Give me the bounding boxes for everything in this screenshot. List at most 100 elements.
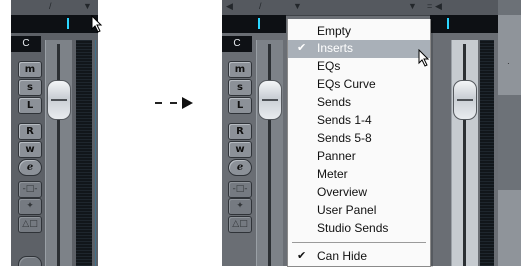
listen-button[interactable]: L xyxy=(18,97,42,114)
menu-item-label: Can Hide xyxy=(317,249,368,263)
dropdown-triangle-icon[interactable]: ▼ xyxy=(83,1,92,11)
read-automation-button[interactable]: R xyxy=(18,123,42,140)
adjacent-panel-section xyxy=(498,95,521,190)
strip-header-marker-icon: / xyxy=(49,1,52,11)
channel-settings-icon[interactable]: △□ xyxy=(228,216,252,233)
read-label: R xyxy=(236,126,244,137)
menu-item-studio-sends[interactable]: Studio Sends xyxy=(288,220,430,238)
channel-name-field[interactable]: C xyxy=(222,36,252,52)
read-label: R xyxy=(26,126,34,137)
input-transformer-icon[interactable]: -□- xyxy=(18,181,42,198)
mute-button[interactable]: m xyxy=(18,61,42,78)
solo-label: s xyxy=(237,82,243,93)
strip-header-bar: ◀ / ▼ ▼ = ◀ xyxy=(222,0,498,16)
menu-item-sends-5-8[interactable]: Sends 5-8 xyxy=(288,130,430,148)
strip-header-marker-icon: = xyxy=(427,1,433,11)
menu-item-label: User Panel xyxy=(317,203,377,217)
menu-item-panner[interactable]: Panner xyxy=(288,148,430,166)
arrow-dash xyxy=(155,102,162,104)
strip-header-marker-icon: / xyxy=(259,1,262,11)
edit-channel-button[interactable]: e xyxy=(18,159,42,176)
menu-item-label: Sends 5-8 xyxy=(317,131,372,145)
mute-button[interactable]: m xyxy=(228,61,252,78)
volume-fader-handle-2[interactable] xyxy=(453,80,477,120)
listen-label: L xyxy=(26,100,34,111)
write-label: w xyxy=(25,144,35,155)
fader-slot xyxy=(268,44,271,266)
menu-item-label: Meter xyxy=(317,167,348,181)
menu-item-meter[interactable]: Meter xyxy=(288,166,430,184)
fader-slot xyxy=(463,44,466,266)
menu-item-label: EQs Curve xyxy=(317,77,376,91)
menu-item-label: Studio Sends xyxy=(317,221,389,235)
input-transformer-icon[interactable]: -□- xyxy=(228,181,252,198)
insert-slot-display[interactable] xyxy=(222,15,286,33)
strip-header-bar: / ▼ xyxy=(11,0,98,16)
channel-name-label: C xyxy=(22,38,30,49)
checkmark-icon: ✔ xyxy=(297,42,307,54)
cursor-arrow-icon xyxy=(91,15,103,33)
menu-separator xyxy=(292,242,426,243)
fader-track[interactable] xyxy=(256,40,283,266)
write-automation-button[interactable]: w xyxy=(228,141,252,158)
fader-track[interactable] xyxy=(45,40,72,266)
level-meter xyxy=(480,40,494,266)
output-routing-icon[interactable]: ✦ xyxy=(18,198,42,215)
cursor-arrow-icon xyxy=(418,49,430,67)
strip-header-marker-icon: ◀ xyxy=(435,1,442,11)
edit-label: e xyxy=(236,162,244,173)
output-routing-icon[interactable]: ✦ xyxy=(228,198,252,215)
channel-name-field[interactable]: C xyxy=(11,36,41,52)
insert-slot-display-2[interactable] xyxy=(430,15,498,33)
insert-marker xyxy=(67,18,69,29)
level-meter xyxy=(76,40,92,266)
menu-item-eqs-curve[interactable]: EQs Curve xyxy=(288,76,430,94)
mute-label: m xyxy=(234,64,246,75)
strip-header-marker-icon: ◀ xyxy=(226,1,233,11)
dropdown-triangle-icon[interactable]: ▼ xyxy=(293,1,302,11)
arrow-dash xyxy=(170,102,177,104)
menu-item-label: Sends xyxy=(317,95,352,109)
write-automation-button[interactable]: w xyxy=(18,141,42,158)
menu-item-user-panel[interactable]: User Panel xyxy=(288,202,430,220)
adjacent-panel-marker: · xyxy=(507,59,510,68)
mute-label: m xyxy=(24,64,36,75)
menu-item-can-hide[interactable]: ✔ Can Hide xyxy=(288,248,430,266)
channel-name-label: C xyxy=(233,38,241,49)
meter-scale-line xyxy=(95,40,96,266)
menu-item-empty[interactable]: Empty xyxy=(288,23,430,41)
listen-button[interactable]: L xyxy=(228,97,252,114)
menu-item-label: Panner xyxy=(317,149,356,163)
menu-item-sends[interactable]: Sends xyxy=(288,94,430,112)
edit-channel-button[interactable]: e xyxy=(228,159,252,176)
fader-track-2[interactable] xyxy=(451,40,478,266)
channel-settings-icon[interactable]: △□ xyxy=(18,216,42,233)
solo-button[interactable]: s xyxy=(18,79,42,96)
menu-item-sends-1-4[interactable]: Sends 1-4 xyxy=(288,112,430,130)
menu-item-label: Inserts xyxy=(317,41,354,55)
menu-item-inserts[interactable]: ✔ Inserts xyxy=(288,40,430,58)
listen-label: L xyxy=(236,100,244,111)
insert-slot-display[interactable] xyxy=(11,15,98,33)
menu-item-label: Sends 1-4 xyxy=(317,113,372,127)
adjacent-panel-header xyxy=(498,0,521,15)
dropdown-triangle-icon[interactable]: ▼ xyxy=(408,1,417,11)
strip-bottom-button[interactable] xyxy=(18,256,42,266)
arrowhead-icon xyxy=(182,97,193,109)
insert-marker xyxy=(447,18,449,29)
checkmark-icon: ✔ xyxy=(297,250,307,262)
left-channel-strip: / ▼ C m s L R w e -□- ✦ △□ xyxy=(11,0,98,266)
solo-button[interactable]: s xyxy=(228,79,252,96)
menu-item-label: Overview xyxy=(317,185,368,199)
edit-label: e xyxy=(26,162,34,173)
menu-item-label: EQs xyxy=(317,59,341,73)
menu-item-eqs[interactable]: EQs xyxy=(288,58,430,76)
solo-label: s xyxy=(27,82,33,93)
menu-item-overview[interactable]: Overview xyxy=(288,184,430,202)
volume-fader-handle[interactable] xyxy=(258,80,282,120)
volume-fader-handle[interactable] xyxy=(47,80,71,120)
insert-marker xyxy=(258,18,260,29)
menu-item-label: Empty xyxy=(317,24,352,38)
read-automation-button[interactable]: R xyxy=(228,123,252,140)
strip-view-menu: Empty ✔ Inserts EQs EQs Curve Sends Send… xyxy=(287,19,431,267)
